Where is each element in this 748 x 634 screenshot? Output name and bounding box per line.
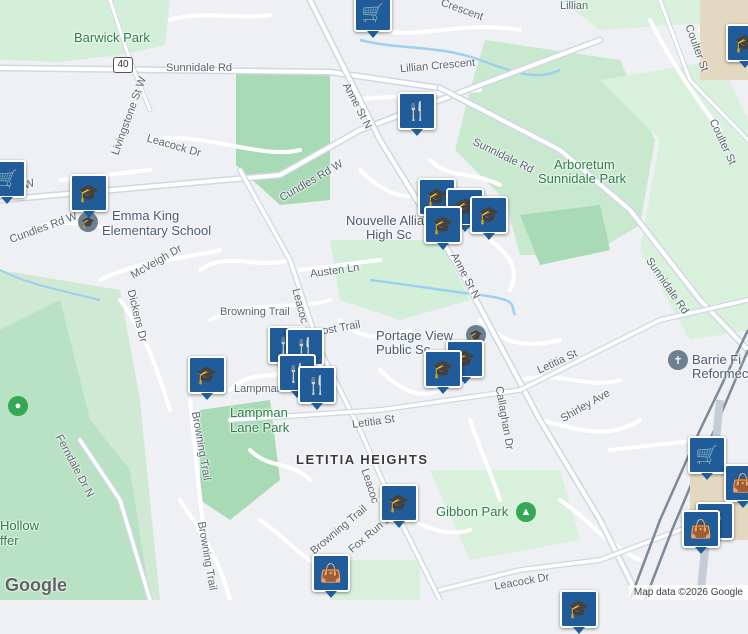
graduation-cap-icon: 🎓	[567, 599, 591, 619]
school-marker-top-right[interactable]: 🎓	[726, 24, 748, 68]
place-label-hollow-line1: Hollow	[0, 518, 40, 533]
place-label-barrie-line2: Reformec	[692, 366, 748, 381]
route-40-shield: 40	[113, 57, 133, 73]
street-label-sunnidale-rd: Sunnidale Rd	[166, 62, 233, 74]
shopping-cart-marker-top[interactable]: 🛒	[354, 0, 392, 38]
street-label-lillian: Lillian	[560, 0, 589, 12]
school-marker-fox-run[interactable]: 🎓	[380, 484, 418, 528]
restaurant-marker-leacock-4[interactable]: 🍴	[298, 366, 336, 410]
park-dot-gibbon[interactable]: ▲	[516, 502, 536, 522]
school-marker-nouvelle-3[interactable]: 🎓	[470, 196, 508, 240]
graduation-cap-icon: 🎓	[431, 359, 455, 379]
park-dot-left[interactable]: ●	[8, 396, 28, 416]
graduation-cap-icon: 🎓	[477, 205, 501, 225]
school-marker-emma-king[interactable]: 🎓	[70, 174, 108, 218]
shopping-bag-icon: 👜	[319, 563, 343, 583]
school-marker-bottom-right[interactable]: 🎓	[560, 590, 598, 634]
shopping-bag-icon: 👜	[689, 519, 713, 539]
place-label-emma-king-line2: Elementary School	[102, 223, 212, 238]
street-label-lampman: Lampman	[234, 383, 283, 395]
graduation-cap-icon: 🎓	[77, 183, 101, 203]
shopping-bag-icon: 👜	[731, 473, 748, 493]
graduation-cap-icon: 🎓	[425, 187, 449, 207]
shopping-bag-marker-bottom[interactable]: 👜	[312, 554, 350, 598]
place-label-barwick-park: Barwick Park	[74, 30, 150, 45]
church-dot-barrie[interactable]: ✝	[668, 350, 688, 370]
place-label-portage-view-line1: Portage View	[376, 328, 454, 343]
map-attribution[interactable]: Map data ©2026 Google	[628, 585, 748, 600]
graduation-cap-icon: 🎓	[431, 215, 455, 235]
street-label-browning-trail: Browning Trail	[220, 306, 290, 318]
place-label-letitia-heights: LETITIA HEIGHTS	[296, 452, 429, 467]
graduation-cap-icon: 🎓	[733, 33, 748, 53]
place-label-lampman-lane-park-line2: Lane Park	[230, 420, 290, 435]
place-label-nouvelle-line1: Nouvelle Allia	[346, 213, 425, 228]
place-label-gibbon-park: Gibbon Park	[436, 504, 509, 519]
graduation-cap-icon: 🎓	[195, 365, 219, 385]
google-logo: Google	[5, 575, 67, 595]
place-label-arboretum-line2: Sunnidale Park	[538, 171, 627, 186]
park-areas	[0, 0, 748, 600]
place-label-barrie-line1: Barrie Fi	[692, 352, 742, 367]
shopping-cart-icon: 🛒	[695, 445, 719, 465]
place-label-nouvelle-line2: High Sc	[366, 227, 412, 242]
restaurant-icon: 🍴	[405, 101, 429, 121]
shopping-cart-marker-right[interactable]: 🛒	[688, 436, 726, 480]
shopping-bag-marker-right-2[interactable]: 👜	[682, 510, 720, 554]
place-label-portage-view-line2: Public Sc	[376, 342, 431, 357]
restaurant-icon: 🍴	[305, 375, 329, 395]
place-label-lampman-lane-park-line1: Lampman	[230, 405, 288, 420]
place-label-hollow-line2: ffer	[0, 533, 19, 548]
school-marker-lampman[interactable]: 🎓	[188, 356, 226, 400]
shopping-cart-icon: 🛒	[0, 169, 19, 189]
place-label-emma-king-line1: Emma King	[112, 208, 180, 223]
place-label-arboretum-line1: Arboretum	[554, 157, 615, 172]
map-canvas[interactable]	[0, 0, 748, 600]
school-marker-portage-2[interactable]: 🎓	[424, 350, 462, 394]
restaurant-marker-anne[interactable]: 🍴	[398, 92, 436, 136]
shopping-bag-marker-right[interactable]: 👜	[724, 464, 748, 508]
graduation-cap-icon: 🎓	[387, 493, 411, 513]
school-marker-nouvelle-4[interactable]: 🎓	[424, 206, 462, 250]
shopping-cart-icon: 🛒	[361, 3, 385, 23]
shopping-cart-marker-left-edge[interactable]: 🛒	[0, 160, 26, 204]
